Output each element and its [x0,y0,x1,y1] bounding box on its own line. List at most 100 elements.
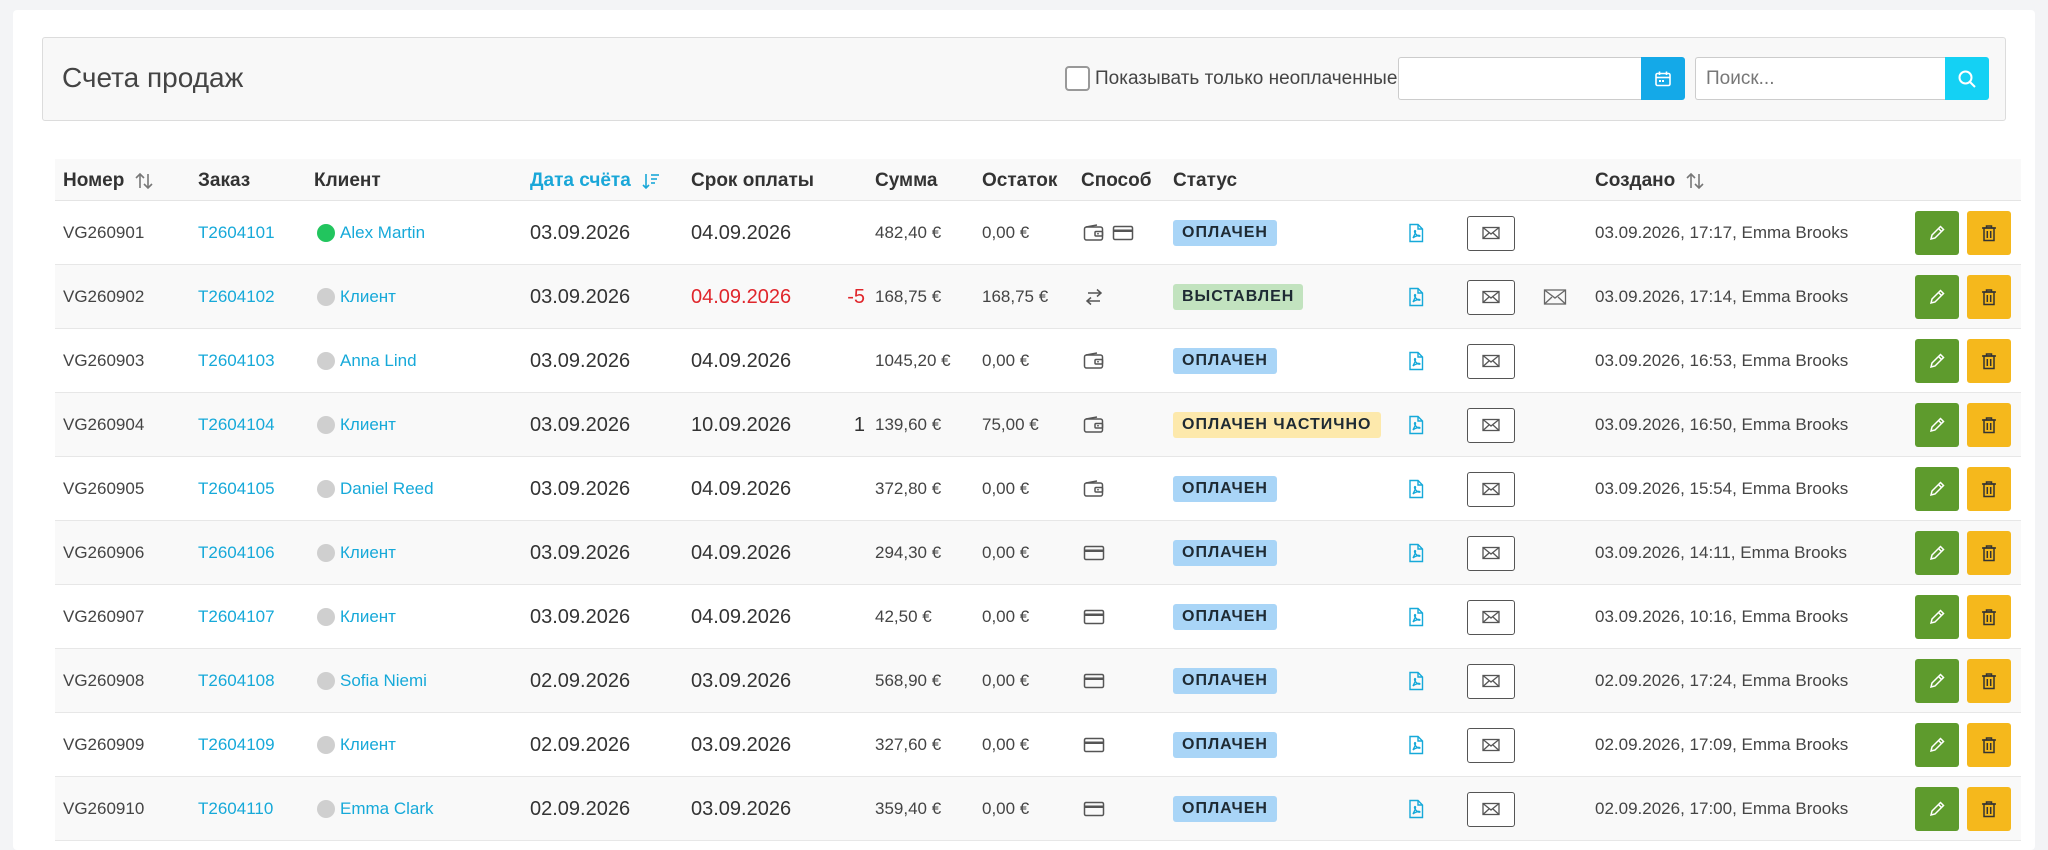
delete-cell [1967,393,2011,457]
send-email-button[interactable] [1467,535,1515,571]
client-cell: Emma Clark [317,777,434,841]
edit-button[interactable] [1915,531,1959,575]
balance: 0,00 € [982,479,1030,498]
delete-button[interactable] [1967,403,2011,447]
payment-method [1083,265,1112,329]
payment-method [1083,713,1112,777]
delete-button[interactable] [1967,211,2011,255]
delete-cell [1967,329,2011,393]
client-link[interactable]: Sofia Niemi [340,671,427,691]
client-link[interactable]: Alex Martin [340,223,425,243]
order-link[interactable]: T2604105 [198,457,275,521]
client-link[interactable]: Клиент [340,543,396,563]
edit-button[interactable] [1915,787,1959,831]
amount: 139,60 € [875,415,942,434]
order-link[interactable]: T2604109 [198,713,275,777]
edit-button[interactable] [1915,723,1959,767]
delete-button[interactable] [1967,595,2011,639]
send-email-button[interactable] [1467,407,1515,443]
order-link[interactable]: T2604108 [198,649,275,713]
delete-button[interactable] [1967,531,2011,575]
client-link[interactable]: Клиент [340,415,396,435]
client-link[interactable]: Клиент [340,287,396,307]
send-email-button[interactable] [1467,215,1515,251]
status-cell: ВЫСТАВЛЕН [1173,265,1304,329]
sort-icon[interactable] [1685,171,1705,191]
days-remaining [835,521,865,585]
unpaid-only-label[interactable]: Показывать только неоплаченные [1095,68,1397,90]
column-created[interactable]: Создано [1595,170,1705,192]
delete-button[interactable] [1967,275,2011,319]
trash-icon [1981,544,1997,562]
order-link[interactable]: T2604101 [198,201,275,265]
delete-button[interactable] [1967,787,2011,831]
column-invoice-date[interactable]: Дата счёта [530,170,661,192]
pdf-download-button[interactable] [1408,329,1424,393]
client-link[interactable]: Клиент [340,735,396,755]
unpaid-only-toggle[interactable]: Показывать только неоплаченные [1065,66,1397,91]
delete-button[interactable] [1967,723,2011,767]
edit-button[interactable] [1915,339,1959,383]
due-date: 04.09.2026 [691,541,792,564]
send-email-button[interactable] [1467,279,1515,315]
client-link[interactable]: Клиент [340,607,396,627]
pdf-download-button[interactable] [1408,777,1424,841]
send-email-button[interactable] [1467,791,1515,827]
status-badge: ВЫСТАВЛЕН [1173,284,1304,310]
send-email-button[interactable] [1467,663,1515,699]
table-row: VG260904 T2604104 Клиент 03.09.2026 10.09.20… [55,393,2021,457]
pdf-download-button[interactable] [1408,585,1424,649]
column-amount-label: Сумма [875,170,938,191]
invoice-date: 02.09.2026 [530,669,631,692]
order-link[interactable]: T2604106 [198,521,275,585]
trash-icon [1981,672,1997,690]
send-email-button[interactable] [1467,727,1515,763]
status-badge: ОПЛАЧЕН [1173,476,1277,502]
order-link[interactable]: T2604103 [198,329,275,393]
send-email-button[interactable] [1467,599,1515,635]
pdf-download-button[interactable] [1408,457,1424,521]
status-cell: ОПЛАЧЕН [1173,585,1277,649]
date-filter-input[interactable] [1398,57,1641,100]
order-link[interactable]: T2604110 [198,777,273,841]
client-status-dot [317,416,335,434]
send-email-button[interactable] [1467,343,1515,379]
delete-button[interactable] [1967,659,2011,703]
client-link[interactable]: Anna Lind [340,351,417,371]
client-link[interactable]: Daniel Reed [340,479,434,499]
send-email-button[interactable] [1467,471,1515,507]
search-input[interactable] [1695,57,1945,100]
pdf-download-button[interactable] [1408,521,1424,585]
client-link[interactable]: Emma Clark [340,799,434,819]
amount: 168,75 € [875,287,942,306]
unpaid-only-checkbox[interactable] [1065,66,1090,91]
delete-button[interactable] [1967,339,2011,383]
pdf-download-button[interactable] [1408,201,1424,265]
order-link[interactable]: T2604104 [198,393,275,457]
sort-desc-icon[interactable] [641,171,661,191]
pdf-download-button[interactable] [1408,265,1424,329]
status-badge: ОПЛАЧЕН [1173,796,1277,822]
edit-button[interactable] [1915,467,1959,511]
edit-button[interactable] [1915,211,1959,255]
search-button[interactable] [1945,57,1989,100]
edit-button[interactable] [1915,275,1959,319]
column-order-label: Заказ [198,170,251,191]
sort-icon[interactable] [134,171,154,191]
invoice-date: 03.09.2026 [530,477,631,500]
pdf-download-button[interactable] [1408,649,1424,713]
client-status-dot [317,736,335,754]
column-number[interactable]: Номер [63,170,154,192]
edit-button[interactable] [1915,595,1959,639]
status-cell: ОПЛАЧЕН [1173,777,1277,841]
order-link[interactable]: T2604107 [198,585,275,649]
calendar-button[interactable] [1641,57,1685,100]
pdf-download-button[interactable] [1408,393,1424,457]
delete-button[interactable] [1967,467,2011,511]
wallet-icon [1083,480,1105,498]
send-email-cell [1467,521,1515,585]
order-link[interactable]: T2604102 [198,265,275,329]
edit-button[interactable] [1915,403,1959,447]
pdf-download-button[interactable] [1408,713,1424,777]
edit-button[interactable] [1915,659,1959,703]
